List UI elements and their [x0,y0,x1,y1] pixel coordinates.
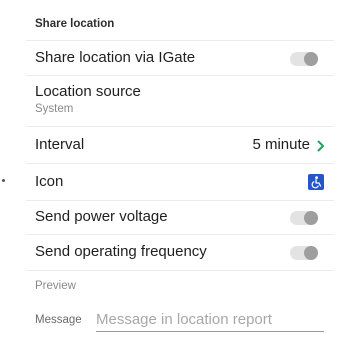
interval-label: Interval [35,136,85,153]
operating-frequency-toggle[interactable] [290,246,318,260]
toggle-knob [304,52,318,66]
location-source-row[interactable]: Location source System [26,75,334,126]
operating-frequency-row[interactable]: Send operating frequency [26,234,334,270]
divider [26,270,334,271]
section-title: Share location [35,18,115,30]
power-voltage-label: Send power voltage [35,208,168,225]
message-label: Message [35,314,82,326]
toggle-knob [304,211,318,225]
share-igate-toggle[interactable] [290,52,318,66]
interval-value: 5 minute [252,136,310,153]
icon-row[interactable]: Icon [26,163,334,200]
power-voltage-toggle[interactable] [290,211,318,225]
power-voltage-row[interactable]: Send power voltage [26,200,334,234]
share-igate-row[interactable]: Share location via IGate [26,40,334,75]
location-source-value: System [35,103,74,115]
stray-dot [2,179,5,182]
toggle-knob [304,246,318,260]
preview-label: Preview [35,280,76,292]
interval-row[interactable]: Interval 5 minute [26,126,334,163]
share-igate-label: Share location via IGate [35,49,196,66]
location-source-label: Location source [35,83,141,100]
chevron-right-icon [317,140,324,152]
wheelchair-icon [308,174,324,190]
operating-frequency-label: Send operating frequency [35,243,207,260]
icon-label: Icon [35,173,64,190]
message-input[interactable] [96,307,324,332]
settings-panel: Share location Share location via IGate … [26,8,334,341]
